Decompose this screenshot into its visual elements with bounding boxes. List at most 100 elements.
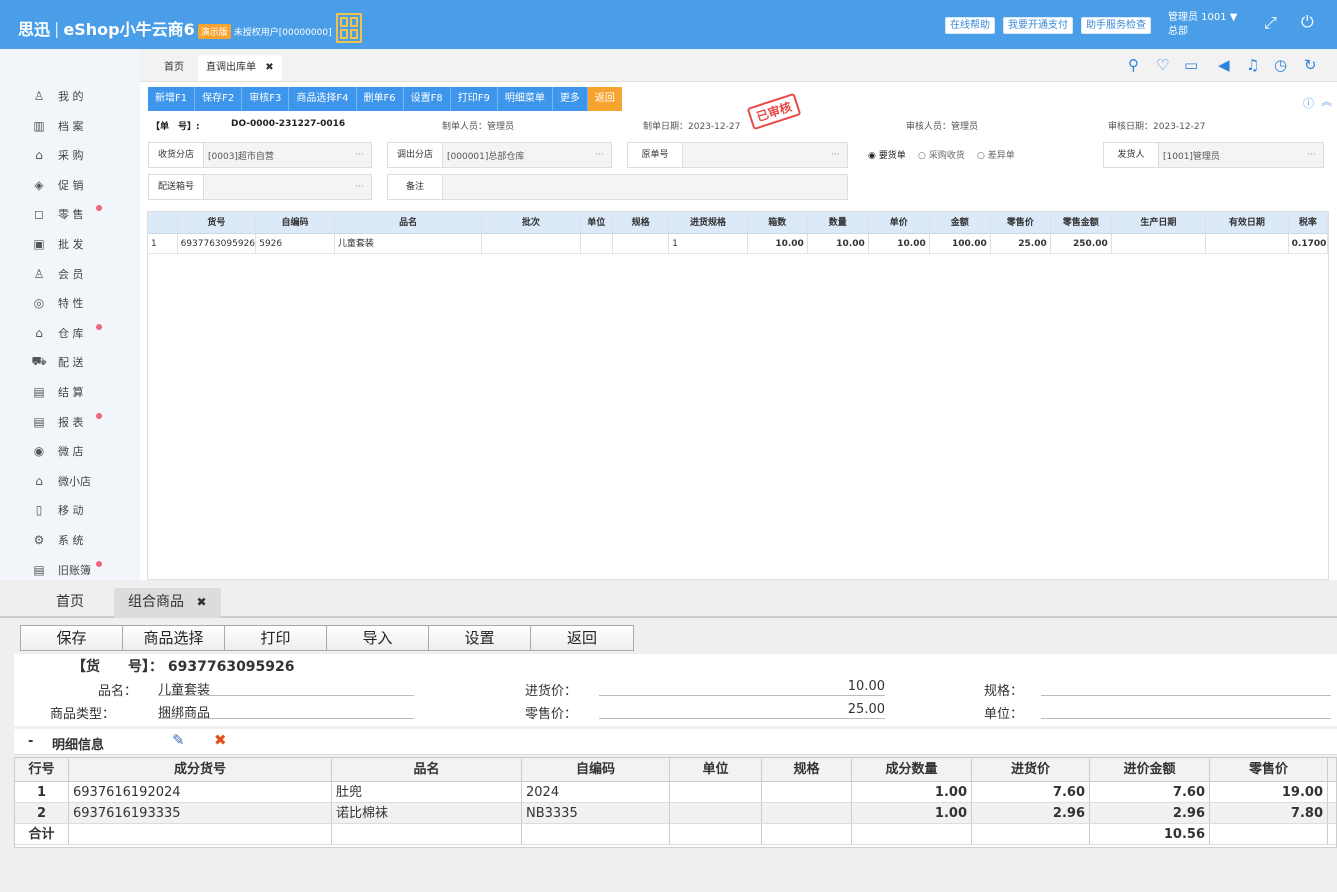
toolbar-button[interactable]: 设置F8: [403, 87, 451, 111]
qr-code-icon[interactable]: [335, 13, 362, 43]
sidebar-item[interactable]: ◉ 微 店: [32, 441, 84, 461]
column-header[interactable]: 生产日期: [1112, 212, 1207, 233]
toolbar-button[interactable]: 明细菜单: [497, 87, 553, 111]
tab-combo-product[interactable]: 组合商品 ✖: [114, 588, 221, 618]
column-header[interactable]: 税率: [1289, 212, 1329, 233]
sidebar-item[interactable]: ▤ 报 表: [32, 412, 83, 432]
edit-icon[interactable]: ✎: [172, 731, 185, 749]
column-header[interactable]: 品名: [332, 758, 522, 781]
folder-icon[interactable]: ▭: [1184, 56, 1198, 74]
column-header[interactable]: 自编码: [256, 212, 335, 233]
sidebar-item[interactable]: ♙ 会 员: [32, 264, 84, 284]
sidebar-item[interactable]: ▤ 结 算: [32, 382, 83, 402]
toolbar-button[interactable]: 新增F1: [148, 87, 196, 111]
column-header[interactable]: 有效日期: [1206, 212, 1289, 233]
toolbar-button[interactable]: 设置: [429, 626, 531, 650]
retail-price-field[interactable]: 25.00: [599, 702, 885, 719]
column-header[interactable]: 零售价: [1210, 758, 1328, 781]
toolbar-button[interactable]: 商品选择F4: [289, 87, 357, 111]
sidebar-item[interactable]: ◎ 特 性: [32, 293, 84, 313]
column-header[interactable]: 货号: [178, 212, 257, 233]
column-header[interactable]: 箱数: [748, 212, 808, 233]
sidebar-item[interactable]: ⛟ 配 送: [31, 352, 83, 372]
column-header[interactable]: 进货规格: [669, 212, 748, 233]
toolbar-button[interactable]: 商品选择: [123, 626, 225, 650]
toolbar-button[interactable]: 审核F3: [242, 87, 290, 111]
column-header[interactable]: 规格: [613, 212, 670, 233]
close-icon[interactable]: ✖: [265, 62, 273, 73]
toolbar-button[interactable]: 导入: [327, 626, 429, 650]
power-icon[interactable]: ⏻: [1301, 12, 1314, 32]
help-icon[interactable]: ⓘ: [1303, 95, 1314, 111]
toolbar-button[interactable]: 保存F2: [195, 87, 243, 111]
column-header[interactable]: 单位: [581, 212, 614, 233]
more-icon[interactable]: ···: [831, 150, 847, 160]
column-header[interactable]: 成分数量: [852, 758, 972, 781]
sidebar-item[interactable]: ♙ 我 的: [32, 86, 84, 106]
column-header[interactable]: 自编码: [522, 758, 670, 781]
toolbar-button[interactable]: 返回: [587, 87, 622, 111]
column-header[interactable]: 单价: [869, 212, 930, 233]
tab-home[interactable]: 首页: [156, 55, 192, 81]
sidebar-item[interactable]: ▯ 移 动: [32, 500, 84, 520]
column-header[interactable]: 进价金额: [1090, 758, 1210, 781]
more-icon[interactable]: ···: [355, 150, 371, 160]
delete-icon[interactable]: ✖: [214, 731, 227, 749]
collapse-icon[interactable]: ︽: [1321, 93, 1332, 109]
column-header[interactable]: 行号: [15, 758, 69, 781]
name-field[interactable]: 儿童套装: [158, 679, 414, 698]
column-header[interactable]: 金额: [930, 212, 991, 233]
toolbar-button[interactable]: 打印F9: [450, 87, 498, 111]
refresh-icon[interactable]: ↻: [1304, 56, 1317, 74]
speaker-icon[interactable]: ◀: [1218, 56, 1230, 74]
sidebar-item[interactable]: ▣ 批 发: [32, 234, 83, 254]
table-row[interactable]: 1 6937616192024 肚兜 2024 1.00 7.60 7.60 19.00: [15, 782, 1336, 803]
in-price-field[interactable]: 10.00: [599, 679, 885, 696]
column-header[interactable]: 批次: [482, 212, 581, 233]
out-branch-field[interactable]: 调出分店 [000001]总部仓库 ···: [387, 142, 612, 168]
radio-difference[interactable]: ○ 差异单: [977, 148, 1015, 161]
column-header[interactable]: 数量: [808, 212, 869, 233]
shipper-field[interactable]: 发货人 [1001]管理员 ···: [1103, 142, 1324, 168]
sidebar-item[interactable]: ⌂ 仓 库: [32, 323, 83, 343]
unit-field[interactable]: [1041, 702, 1331, 719]
sidebar-item[interactable]: ⌂ 采 购: [32, 145, 83, 165]
toolbar-button[interactable]: 打印: [225, 626, 327, 650]
sidebar-item[interactable]: ◻ 零 售: [32, 204, 83, 224]
alarm-icon[interactable]: ◷: [1274, 56, 1287, 74]
table-row[interactable]: 2 6937616193335 诺比棉袜 NB3335 1.00 2.96 2.96 7.80: [15, 803, 1336, 824]
column-header[interactable]: 规格: [762, 758, 852, 781]
original-number-field[interactable]: 原单号 ···: [627, 142, 848, 168]
column-header[interactable]: 零售价: [991, 212, 1051, 233]
open-payment-button[interactable]: 我要开通支付: [1003, 17, 1073, 34]
more-icon[interactable]: ···: [595, 150, 611, 160]
sidebar-item[interactable]: ⌂ 微小店: [32, 471, 91, 491]
tab-direct-outbound[interactable]: 直调出库单 ✖: [198, 55, 282, 81]
sidebar-item[interactable]: ◈ 促 销: [32, 175, 83, 195]
type-field[interactable]: 捆绑商品: [158, 702, 414, 721]
sidebar-item[interactable]: ⚙ 系 统: [32, 530, 84, 550]
fullscreen-icon[interactable]: ⤢: [1264, 13, 1277, 33]
column-header[interactable]: 进货价: [972, 758, 1090, 781]
column-header[interactable]: 品名: [335, 212, 483, 233]
more-icon[interactable]: ···: [1307, 150, 1323, 160]
more-icon[interactable]: ···: [355, 182, 371, 192]
remark-field[interactable]: 备注: [387, 174, 848, 200]
search-icon[interactable]: ⚲: [1128, 56, 1139, 74]
table-row[interactable]: 1 6937763095926 5926 儿童套装 1 10.00 10.00 10.00 10…: [148, 234, 1329, 254]
spec-field[interactable]: [1041, 679, 1331, 696]
column-header[interactable]: 成分货号: [69, 758, 332, 781]
total-row[interactable]: 合计 10.56: [15, 824, 1336, 845]
online-help-button[interactable]: 在线帮助: [945, 17, 995, 34]
column-header[interactable]: 零售金额: [1051, 212, 1112, 233]
sidebar-item[interactable]: ▥ 档 案: [32, 116, 83, 136]
receive-branch-field[interactable]: 收货分店 [0003]超市自营 ···: [148, 142, 372, 168]
tab-home-2[interactable]: 首页: [42, 588, 98, 618]
toolbar-button[interactable]: 删单F6: [356, 87, 404, 111]
column-header[interactable]: [148, 212, 178, 233]
radio-purchase-receipt[interactable]: ○ 采购收货: [918, 148, 965, 161]
toolbar-button[interactable]: 更多: [552, 87, 588, 111]
toolbar-button[interactable]: 保存: [21, 626, 123, 650]
toolbar-button[interactable]: 返回: [531, 626, 633, 650]
box-number-field[interactable]: 配送箱号 ···: [148, 174, 372, 200]
